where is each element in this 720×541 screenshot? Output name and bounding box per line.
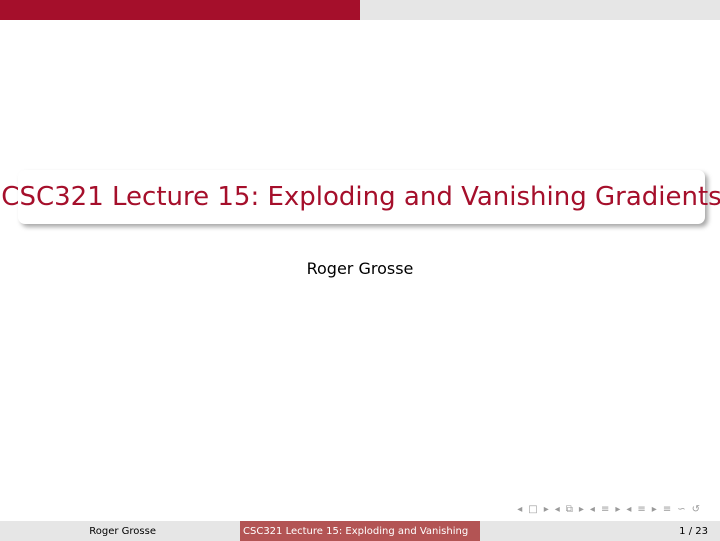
prev-section-icon[interactable]: ◂ [590, 505, 595, 515]
prev-subsection-icon[interactable]: ◂ [555, 505, 560, 515]
footer-page-number: 1 / 23 [480, 521, 720, 541]
slide-icon[interactable]: ≡ [637, 505, 645, 515]
footer-title: CSC321 Lecture 15: Exploding and Vanishi… [240, 521, 480, 541]
header-bar-left [0, 0, 360, 20]
align-icon[interactable]: ≡ [663, 505, 671, 515]
subsection-icon[interactable]: ⧉ [566, 505, 573, 515]
back-icon[interactable]: ↺ [692, 505, 700, 515]
title-block: CSC321 Lecture 15: Exploding and Vanishi… [1, 170, 720, 224]
next-slide-icon[interactable]: ▸ [652, 505, 657, 515]
footer-bar: Roger Grosse CSC321 Lecture 15: Explodin… [0, 521, 720, 541]
frame-icon[interactable]: □ [528, 505, 537, 515]
next-subsection-icon[interactable]: ▸ [579, 505, 584, 515]
next-section-icon[interactable]: ▸ [615, 505, 620, 515]
slide-author: Roger Grosse [306, 259, 414, 278]
search-icon[interactable]: ∽ [677, 505, 685, 515]
prev-frame-icon[interactable]: ◂ [517, 505, 522, 515]
next-frame-icon[interactable]: ▸ [544, 505, 549, 515]
slide-title: CSC321 Lecture 15: Exploding and Vanishi… [1, 182, 720, 212]
footer-author: Roger Grosse [0, 521, 240, 541]
header-bar-right [360, 0, 720, 20]
prev-slide-icon[interactable]: ◂ [626, 505, 631, 515]
section-icon[interactable]: ≡ [601, 505, 609, 515]
navigation-controls: ◂ □ ▸ ◂ ⧉ ▸ ◂ ≡ ▸ ◂ ≡ ▸ ≡ ∽ ↺ [517, 505, 700, 515]
